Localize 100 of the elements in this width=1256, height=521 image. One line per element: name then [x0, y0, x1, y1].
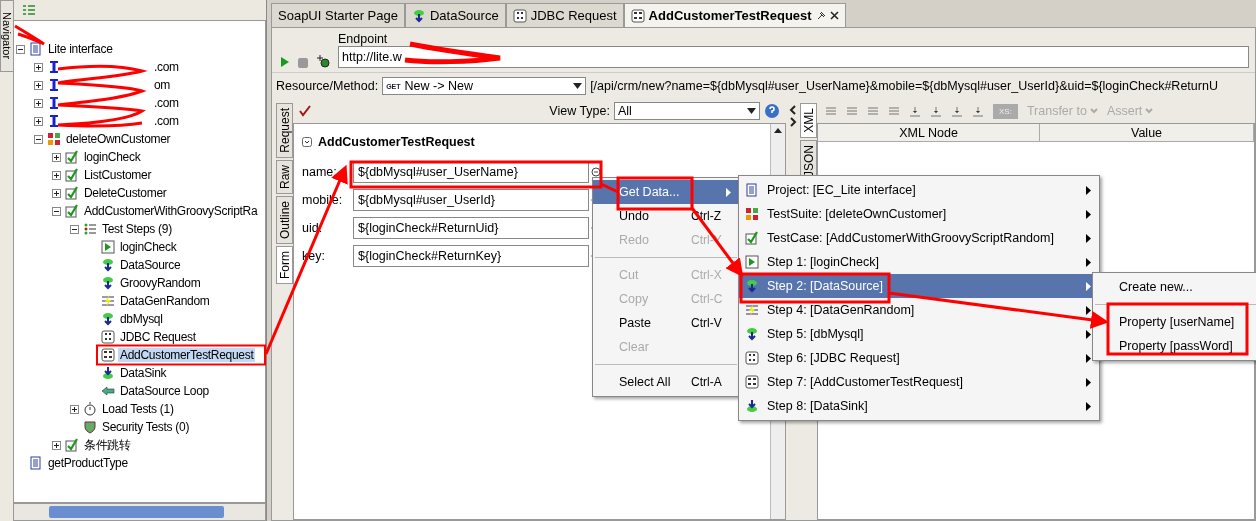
- expand-icon[interactable]: [34, 116, 43, 126]
- chevron-down-icon: [1145, 108, 1154, 114]
- column-header[interactable]: XML Node: [818, 124, 1041, 142]
- tree-item[interactable]: AddCustomerTestRequest: [118, 348, 256, 362]
- minus-icon[interactable]: [591, 167, 601, 177]
- interface-icon: [47, 78, 61, 92]
- param-field[interactable]: ${dbMysql#user_UserId}: [353, 189, 589, 211]
- add-icon[interactable]: [316, 54, 330, 68]
- tree-item[interactable]: JDBC Request: [118, 330, 198, 344]
- collapse-arrows-icon[interactable]: [789, 105, 797, 127]
- tree-item[interactable]: om: [152, 78, 173, 92]
- tree-item[interactable]: DeleteCustomer: [82, 186, 169, 200]
- help-icon[interactable]: [764, 103, 780, 119]
- menu-item[interactable]: TestSuite: [deleteOwnCustomer]: [739, 202, 1099, 226]
- collapse-icon[interactable]: [70, 224, 79, 234]
- dropdown-caret-icon: [573, 83, 583, 89]
- expand-icon[interactable]: [34, 62, 43, 72]
- tree-item[interactable]: Test Steps (9): [100, 222, 174, 236]
- format-icon[interactable]: [930, 105, 942, 117]
- checkmark-icon: [65, 150, 79, 164]
- dropdown-caret-icon: [747, 108, 756, 114]
- tree-item[interactable]: DataSource: [118, 258, 183, 272]
- tree-item[interactable]: dbMysql: [118, 312, 165, 326]
- menu-item[interactable]: Step 8: [DataSink]: [739, 394, 1099, 418]
- datasink-icon: [101, 366, 115, 380]
- view-type-select[interactable]: All: [614, 102, 760, 120]
- format-icon[interactable]: [951, 105, 963, 117]
- menu-item[interactable]: Get Data...: [593, 180, 739, 204]
- datasource-icon: [411, 8, 426, 23]
- editor-tab[interactable]: AddCustomerTestRequest: [623, 3, 846, 27]
- menu-item[interactable]: Select All Ctrl-A: [593, 370, 739, 394]
- datasource-icon: [101, 312, 115, 326]
- grid-icon: [745, 207, 759, 221]
- menu-item[interactable]: Property [passWord]: [1093, 334, 1256, 358]
- tree-item[interactable]: loginCheck: [118, 240, 179, 254]
- collapse-icon[interactable]: [302, 137, 312, 147]
- tree-item[interactable]: loginCheck: [82, 150, 143, 164]
- tree-item[interactable]: Load Tests (1): [100, 402, 176, 416]
- side-tab[interactable]: Outline: [276, 195, 293, 244]
- tree-item[interactable]: DataSource Loop: [118, 384, 211, 398]
- tree-item[interactable]: .com: [152, 96, 181, 110]
- submenu-arrow-icon: [726, 187, 731, 197]
- validate-icon[interactable]: [299, 105, 311, 117]
- endpoint-field[interactable]: http://lite.w: [338, 46, 1249, 68]
- interface-icon: [47, 96, 61, 110]
- format-icon[interactable]: [972, 105, 984, 117]
- tree-item[interactable]: ListCustomer: [82, 168, 154, 182]
- datasource-icon: [101, 276, 115, 290]
- tree-item[interactable]: 条件跳转: [82, 436, 133, 454]
- side-tab[interactable]: Form: [276, 245, 293, 284]
- menu-item[interactable]: TestCase: [AddCustomerWithGroovyScriptRandom]: [739, 226, 1099, 250]
- tree-item[interactable]: AddCustomerWithGroovyScriptRa: [82, 204, 260, 218]
- collapse-icon[interactable]: [16, 44, 25, 54]
- tree-item[interactable]: Security Tests (0): [100, 420, 192, 434]
- jdbc-icon: [101, 330, 115, 344]
- arrow-left-icon: [101, 384, 115, 398]
- editor-tab[interactable]: SoapUI Starter Page: [271, 3, 405, 27]
- expand-icon[interactable]: [52, 440, 61, 450]
- expand-icon[interactable]: [52, 188, 61, 198]
- side-tab[interactable]: XML: [800, 103, 817, 138]
- submenu-arrow-icon: [1086, 257, 1091, 267]
- tree-item[interactable]: .com: [152, 114, 181, 128]
- tree-item[interactable]: .com: [152, 60, 181, 74]
- interface-icon: [47, 60, 61, 74]
- submenu-arrow-icon: [1086, 305, 1091, 315]
- menu-item[interactable]: Step 1: [loginCheck]: [739, 250, 1099, 274]
- play-icon: [101, 240, 115, 254]
- navigator-tab[interactable]: Navigator: [0, 0, 14, 72]
- side-tab[interactable]: Request: [276, 103, 293, 158]
- expand-icon[interactable]: [70, 404, 79, 414]
- menu-item[interactable]: Paste Ctrl-V: [593, 311, 739, 335]
- endpoint-label: Endpoint: [338, 32, 389, 46]
- expand-icon[interactable]: [52, 152, 61, 162]
- tree-item[interactable]: getProductType: [46, 456, 130, 470]
- horizontal-scrollbar[interactable]: [13, 503, 266, 521]
- param-field[interactable]: ${loginCheck#ReturnUid}: [353, 217, 589, 239]
- editor-tab[interactable]: JDBC Request: [505, 3, 624, 27]
- list-icon[interactable]: [22, 4, 36, 16]
- editor-tab[interactable]: DataSource: [404, 3, 506, 27]
- run-icon[interactable]: [280, 56, 290, 68]
- rest-icon: [745, 375, 759, 389]
- collapse-icon[interactable]: [52, 206, 61, 216]
- scroll-up-icon[interactable]: [774, 128, 782, 133]
- expand-icon[interactable]: [52, 170, 61, 180]
- tree-item[interactable]: DataSink: [118, 366, 169, 380]
- tree-item[interactable]: Lite interface: [46, 42, 115, 56]
- expand-icon[interactable]: [34, 98, 43, 108]
- expand-icon[interactable]: [34, 80, 43, 90]
- menu-item[interactable]: Step 7: [AddCustomerTestRequest]: [739, 370, 1099, 394]
- chevron-down-icon: [1089, 108, 1098, 114]
- side-tab[interactable]: Raw: [276, 159, 293, 194]
- pin-icon[interactable]: [815, 10, 826, 21]
- format-icon[interactable]: [909, 105, 921, 117]
- tree-item[interactable]: deleteOwnCustomer: [64, 132, 173, 146]
- close-icon[interactable]: [829, 11, 839, 20]
- param-field[interactable]: ${loginCheck#ReturnKey}: [353, 245, 589, 267]
- tree-item[interactable]: DataGenRandom: [118, 294, 212, 308]
- tree-item[interactable]: GroovyRandom: [118, 276, 203, 290]
- collapse-icon[interactable]: [34, 134, 43, 144]
- column-header[interactable]: Value: [1040, 124, 1254, 142]
